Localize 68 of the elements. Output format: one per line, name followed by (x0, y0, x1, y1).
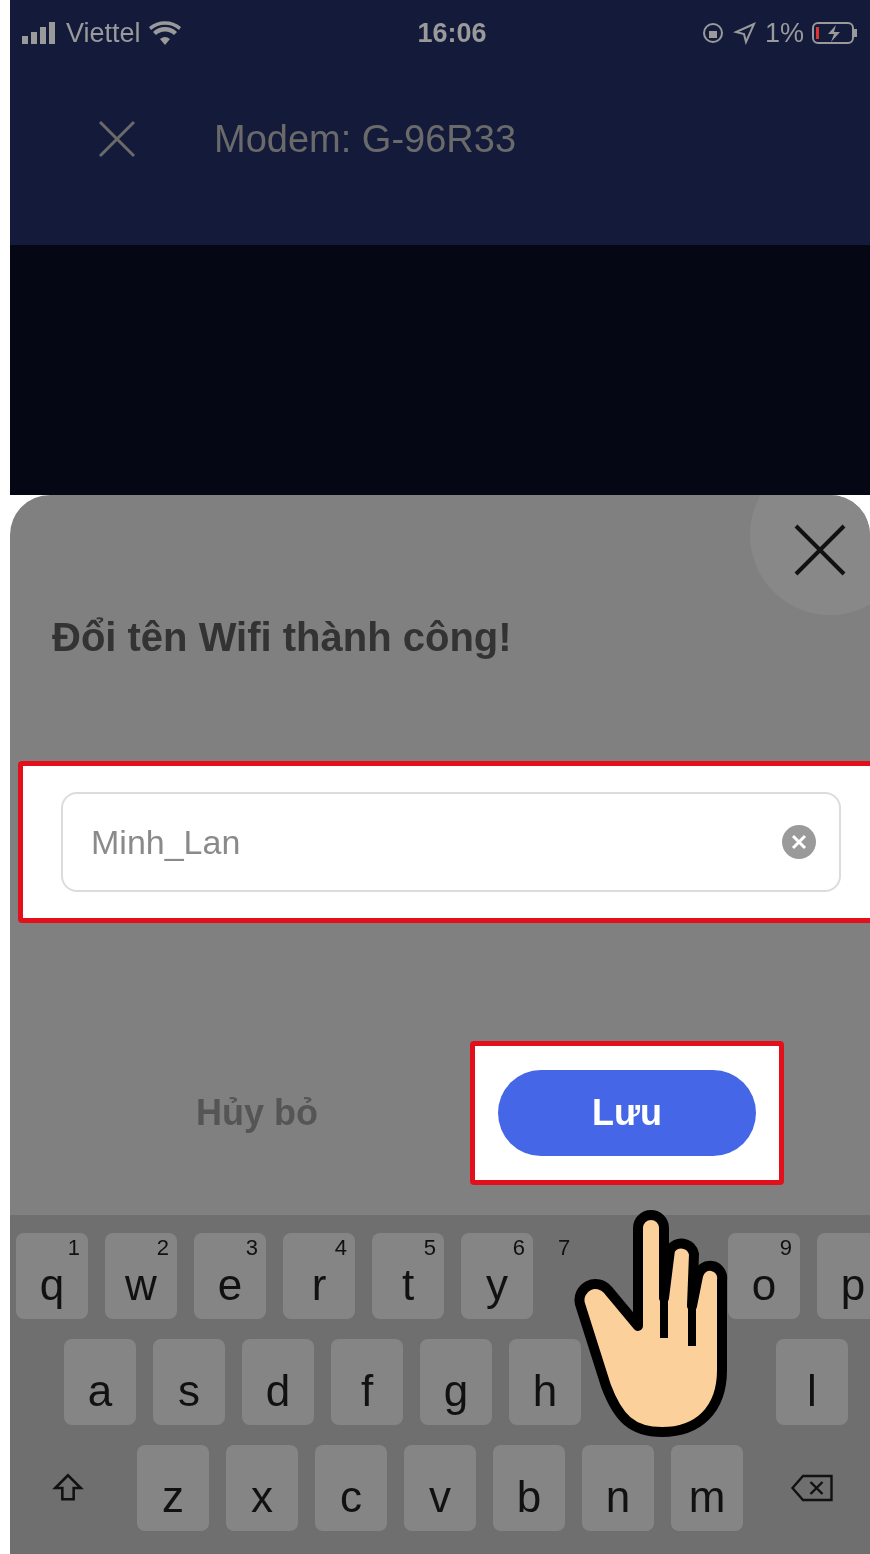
key-label: g (443, 1369, 469, 1413)
keyboard-key[interactable]: h (509, 1339, 581, 1425)
keyboard-key[interactable]: z (137, 1445, 209, 1531)
keyboard-key[interactable]: 2 w (105, 1233, 177, 1319)
keyboard-key[interactable]: a (64, 1339, 136, 1425)
wifi-icon (148, 20, 181, 45)
rotation-lock-icon (700, 20, 725, 45)
key-label: f (360, 1369, 374, 1413)
key-hint: 1 (67, 1237, 80, 1259)
key-hint: 6 (512, 1237, 525, 1259)
key-label: z (162, 1475, 184, 1519)
keyboard-key[interactable]: l (776, 1339, 848, 1425)
key-label: c (340, 1475, 362, 1519)
keyboard-key[interactable]: g (420, 1339, 492, 1425)
keyboard-key[interactable]: c (315, 1445, 387, 1531)
key-label: s (178, 1369, 200, 1413)
keyboard-key[interactable]: n (582, 1445, 654, 1531)
keyboard-key[interactable]: 1 q (16, 1233, 88, 1319)
header-title: Modem: G-96R33 (214, 116, 516, 162)
battery-icon (812, 20, 858, 45)
keyboard-key[interactable]: 5 t (372, 1233, 444, 1319)
keyboard-key[interactable]: 6 y (461, 1233, 533, 1319)
key-label: n (605, 1475, 631, 1519)
key-label: o (751, 1263, 777, 1307)
key-label: p (840, 1263, 866, 1307)
key-label: w (125, 1263, 157, 1307)
keyboard-key[interactable]: p (817, 1233, 870, 1319)
close-icon[interactable] (98, 120, 136, 159)
clear-icon[interactable] (781, 824, 817, 860)
key-label: x (251, 1475, 273, 1519)
keyboard-key[interactable]: 3 e (194, 1233, 266, 1319)
key-label: t (401, 1263, 415, 1307)
backspace-icon (789, 1473, 835, 1503)
key-hint: 7 (558, 1237, 571, 1259)
keyboard-key[interactable]: v (404, 1445, 476, 1531)
key-hint: 5 (423, 1237, 436, 1259)
keyboard-key[interactable]: b (493, 1445, 565, 1531)
keyboard-key[interactable]: 4 r (283, 1233, 355, 1319)
keyboard-key[interactable]: m (671, 1445, 743, 1531)
battery-percent: 1% (764, 16, 804, 50)
key-hint: 9 (779, 1237, 792, 1259)
key-label: b (516, 1475, 542, 1519)
close-icon (794, 524, 846, 576)
key-label: h (532, 1369, 558, 1413)
key-label: m (688, 1475, 726, 1519)
keyboard-key[interactable]: x (226, 1445, 298, 1531)
dialog-title: Đổi tên Wifi thành công! (52, 617, 513, 657)
key-hint: 2 (156, 1237, 169, 1259)
keyboard-key[interactable]: d (242, 1339, 314, 1425)
location-icon (732, 20, 757, 45)
keyboard-key[interactable]: s (153, 1339, 225, 1425)
key-hint: 4 (334, 1237, 347, 1259)
wifi-name-field[interactable]: Minh_Lan (61, 792, 841, 892)
key-hint: 3 (245, 1237, 258, 1259)
key-label: a (87, 1369, 113, 1413)
key-label: e (217, 1263, 243, 1307)
keyboard-key[interactable]: f (331, 1339, 403, 1425)
keyboard-key[interactable]: 9 o (728, 1233, 800, 1319)
key-label: r (311, 1263, 327, 1307)
carrier-name: Viettel (66, 16, 141, 50)
key-label: y (486, 1263, 508, 1307)
key-label: v (429, 1475, 451, 1519)
key-label: l (807, 1369, 817, 1413)
save-button[interactable]: Lưu (498, 1070, 756, 1156)
signal-icon (22, 21, 58, 44)
key-label: q (39, 1263, 65, 1307)
key-label: d (265, 1369, 291, 1413)
status-time: 16:06 (416, 16, 488, 50)
